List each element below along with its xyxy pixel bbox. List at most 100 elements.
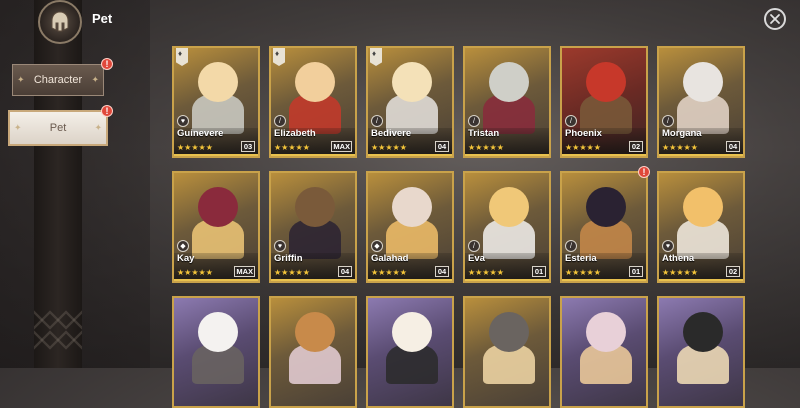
pet-card[interactable]: ◆ Kay ★★★★★ MAX	[172, 171, 260, 283]
sparkle-icon: ✦	[91, 74, 99, 85]
pet-name: Guinevere	[177, 128, 224, 139]
portrait-head	[683, 62, 723, 102]
sword-icon: /	[662, 115, 674, 127]
portrait-head	[683, 187, 723, 227]
shield-icon: ◆	[177, 240, 189, 252]
pin-icon	[273, 48, 285, 66]
pet-portrait	[271, 298, 355, 384]
pet-name: Esteria	[565, 253, 597, 264]
pet-card[interactable]: / Morgana ★★★★★ 04	[657, 46, 745, 158]
pet-portrait	[368, 298, 452, 384]
heart-icon: ♥	[274, 240, 286, 252]
card-underline	[271, 154, 355, 156]
portrait-head	[683, 312, 723, 352]
pet-name: Elizabeth	[274, 128, 316, 139]
sword-icon: /	[274, 115, 286, 127]
star-rating: ★★★★★	[468, 268, 504, 277]
portrait-head	[295, 312, 335, 352]
pet-name: Morgana	[662, 128, 702, 139]
pet-card[interactable]	[269, 296, 357, 408]
pet-name: Athena	[662, 253, 695, 264]
pet-card[interactable]: / Esteria ★★★★★ 01	[560, 171, 648, 283]
portrait-head	[295, 187, 335, 227]
level-badge: 01	[629, 266, 643, 277]
portrait-head	[586, 312, 626, 352]
sparkle-icon: ✦	[94, 122, 102, 133]
pet-card[interactable]: ♥ Griffin ★★★★★ 04	[269, 171, 357, 283]
pet-portrait	[465, 298, 549, 384]
card-alert-badge: !	[638, 166, 650, 178]
sword-icon: /	[371, 115, 383, 127]
pet-card[interactable]	[560, 296, 648, 408]
close-button[interactable]	[764, 8, 786, 30]
sparkle-icon: ✦	[14, 122, 22, 133]
star-rating: ★★★★★	[565, 143, 601, 152]
pin-icon	[370, 48, 382, 66]
portrait-head	[392, 312, 432, 352]
portrait-head	[392, 187, 432, 227]
pet-name: Tristan	[468, 128, 500, 139]
pet-card[interactable]	[657, 296, 745, 408]
card-underline	[174, 154, 258, 156]
portrait-head	[198, 62, 238, 102]
portrait-head	[489, 312, 529, 352]
star-rating: ★★★★★	[274, 268, 310, 277]
pet-card[interactable]	[366, 296, 454, 408]
portrait-head	[198, 312, 238, 352]
heart-icon: ♥	[177, 115, 189, 127]
pet-card[interactable]: ◆ Galahad ★★★★★ 04	[366, 171, 454, 283]
pet-card[interactable]	[172, 296, 260, 408]
diamond-pattern	[34, 310, 82, 350]
level-badge: 02	[629, 141, 643, 152]
card-underline	[562, 154, 646, 156]
sparkle-icon: ✦	[17, 74, 25, 85]
portrait-head	[392, 62, 432, 102]
pet-card[interactable]	[463, 296, 551, 408]
star-rating: ★★★★★	[274, 143, 310, 152]
star-rating: ★★★★★	[468, 143, 504, 152]
portrait-head	[586, 187, 626, 227]
pet-name: Phoenix	[565, 128, 602, 139]
pet-portrait	[174, 298, 258, 384]
sword-icon: /	[468, 115, 480, 127]
page-title: Pet	[92, 11, 113, 26]
level-badge: 02	[726, 266, 740, 277]
portrait-head	[295, 62, 335, 102]
portrait-head	[489, 62, 529, 102]
level-badge: 04	[435, 141, 449, 152]
sword-icon: /	[565, 115, 577, 127]
portrait-head	[198, 187, 238, 227]
portrait-head	[586, 62, 626, 102]
pet-card[interactable]: / Tristan ★★★★★	[463, 46, 551, 158]
shield-icon: ◆	[371, 240, 383, 252]
star-rating: ★★★★★	[177, 268, 213, 277]
portrait-head	[489, 187, 529, 227]
level-badge: 04	[726, 141, 740, 152]
pet-card[interactable]: / Eva ★★★★★ 01	[463, 171, 551, 283]
star-rating: ★★★★★	[177, 143, 213, 152]
card-underline	[465, 154, 549, 156]
pet-card[interactable]: ♥Guinevere ★★★★★ 03	[172, 46, 260, 158]
pet-card[interactable]: / Phoenix ★★★★★ 02	[560, 46, 648, 158]
pin-icon	[176, 48, 188, 66]
card-underline	[659, 279, 743, 281]
tab-pet-label: Pet	[49, 122, 67, 134]
pet-alert-badge: !	[101, 105, 113, 117]
level-badge: 03	[241, 141, 255, 152]
helmet-emblem-icon	[38, 0, 82, 44]
pet-card[interactable]: ♥ Athena ★★★★★ 02	[657, 171, 745, 283]
tab-pet[interactable]: ✦ Pet ✦	[8, 110, 108, 146]
heart-icon: ♥	[662, 240, 674, 252]
pet-name: Galahad	[371, 253, 409, 264]
star-rating: ★★★★★	[565, 268, 601, 277]
card-underline	[368, 154, 452, 156]
level-badge: 04	[435, 266, 449, 277]
card-underline	[174, 279, 258, 281]
tab-character[interactable]: ✦ Character ✦	[12, 64, 104, 96]
sword-icon: /	[468, 240, 480, 252]
card-underline	[271, 279, 355, 281]
star-rating: ★★★★★	[662, 268, 698, 277]
pet-card[interactable]: /Bedivere ★★★★★ 04	[366, 46, 454, 158]
star-rating: ★★★★★	[371, 143, 407, 152]
pet-card[interactable]: /Elizabeth ★★★★★ MAX	[269, 46, 357, 158]
